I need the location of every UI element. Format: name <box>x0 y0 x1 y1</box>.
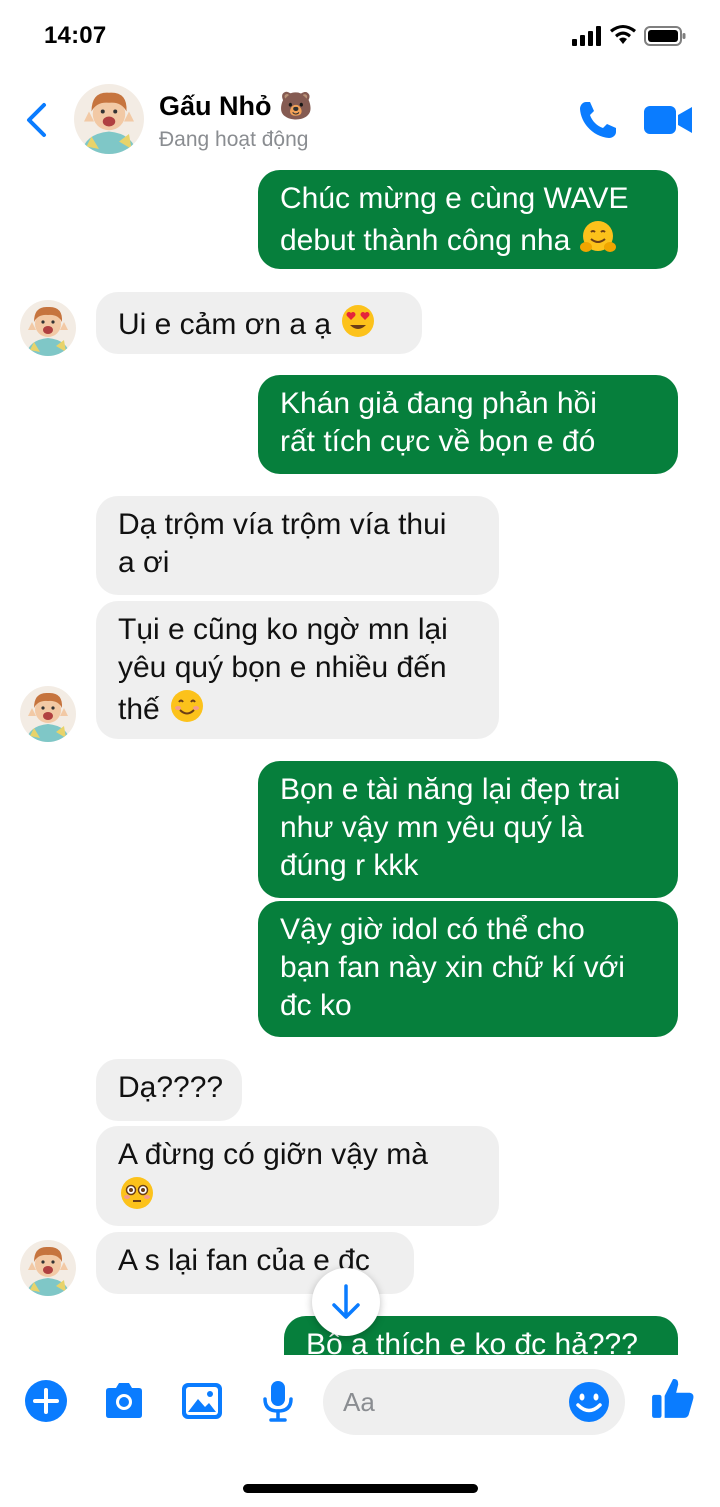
arrow-down-icon <box>332 1284 360 1319</box>
plus-icon[interactable] <box>24 1379 68 1423</box>
video-icon[interactable] <box>644 104 694 136</box>
hugging-face-icon <box>579 221 616 252</box>
message-line: Dạ???? <box>118 1071 224 1104</box>
message-line: như vậy mn yêu quý là <box>280 811 584 844</box>
message-line: a ơi <box>118 546 170 579</box>
smiling-face-icon <box>171 690 204 722</box>
message-bubble-incoming[interactable]: Dạ???? <box>96 1059 242 1121</box>
message-list[interactable]: Chúc mừng e cùng WAVE debut thành công n… <box>0 168 720 1355</box>
message-bubble-outgoing[interactable]: Vậy giờ idol có thể cho bạn fan này xin … <box>258 901 678 1037</box>
message-line: yêu quý bọn e nhiều đến <box>118 651 447 684</box>
phone-icon[interactable] <box>578 100 618 140</box>
avatar[interactable] <box>20 300 76 356</box>
photo-icon[interactable] <box>180 1379 224 1423</box>
message-line: đúng r kkk <box>280 849 419 882</box>
message-line: debut thành công nha <box>280 224 571 257</box>
message-line: rất tích cực về bọn e đó <box>280 425 596 458</box>
message-line: Khán giả đang phản hồi <box>280 387 597 420</box>
message-line: Vậy giờ idol có thể cho <box>280 913 585 946</box>
avatar[interactable] <box>20 1240 76 1296</box>
message-input[interactable] <box>343 1383 563 1421</box>
message-line: Chúc mừng e cùng WAVE <box>280 182 629 215</box>
message-line: thế <box>118 693 160 726</box>
signal-icon <box>572 26 601 46</box>
like-icon[interactable] <box>650 1375 696 1421</box>
camera-icon[interactable] <box>102 1379 146 1423</box>
home-indicator <box>243 1484 478 1493</box>
message-bubble-outgoing[interactable]: Khán giả đang phản hồi rất tích cực về b… <box>258 375 678 474</box>
flushed-face-icon <box>121 1177 153 1209</box>
battery-icon <box>644 26 686 46</box>
message-line: Bọn e tài năng lại đẹp trai <box>280 773 621 806</box>
mic-icon[interactable] <box>256 1379 300 1423</box>
status-bar: 14:07 <box>0 0 720 72</box>
chat-header: Gấu Nhỏ 🐻 Đang hoạt động <box>0 72 720 168</box>
composer-bar <box>0 1355 720 1455</box>
message-line: bạn fan này xin chữ kí với <box>280 951 625 984</box>
message-bubble-incoming[interactable]: Tụi e cũng ko ngờ mn lại yêu quý bọn e n… <box>96 601 499 739</box>
message-line: A đừng có giỡn vậy mà <box>118 1138 428 1171</box>
contact-status: Đang hoạt động <box>159 128 309 151</box>
contact-name[interactable]: Gấu Nhỏ 🐻 <box>159 90 313 122</box>
scroll-to-bottom-button[interactable] <box>312 1268 380 1336</box>
back-icon[interactable] <box>22 102 52 138</box>
message-line: Dạ trộm vía trộm vía thui <box>118 508 447 541</box>
message-line: Tụi e cũng ko ngờ mn lại <box>118 613 448 646</box>
message-bubble-incoming[interactable]: Dạ trộm vía trộm vía thui a ơi <box>96 496 499 595</box>
message-input-container[interactable] <box>323 1369 625 1435</box>
wifi-icon <box>610 25 636 44</box>
message-bubble-incoming[interactable]: A đừng có giỡn vậy mà <box>96 1126 499 1226</box>
message-bubble-incoming[interactable]: Ui e cảm ơn a ạ <box>96 292 422 354</box>
emoji-icon[interactable] <box>567 1380 611 1424</box>
heart-eyes-icon <box>342 305 375 337</box>
message-line: Ui e cảm ơn a ạ <box>118 308 332 341</box>
message-bubble-outgoing[interactable]: Bọn e tài năng lại đẹp trai như vậy mn y… <box>258 761 678 898</box>
avatar[interactable] <box>20 686 76 742</box>
avatar[interactable] <box>74 84 144 154</box>
message-bubble-outgoing[interactable]: Chúc mừng e cùng WAVE debut thành công n… <box>258 170 678 269</box>
message-line: đc ko <box>280 989 352 1022</box>
status-time: 14:07 <box>44 22 107 49</box>
